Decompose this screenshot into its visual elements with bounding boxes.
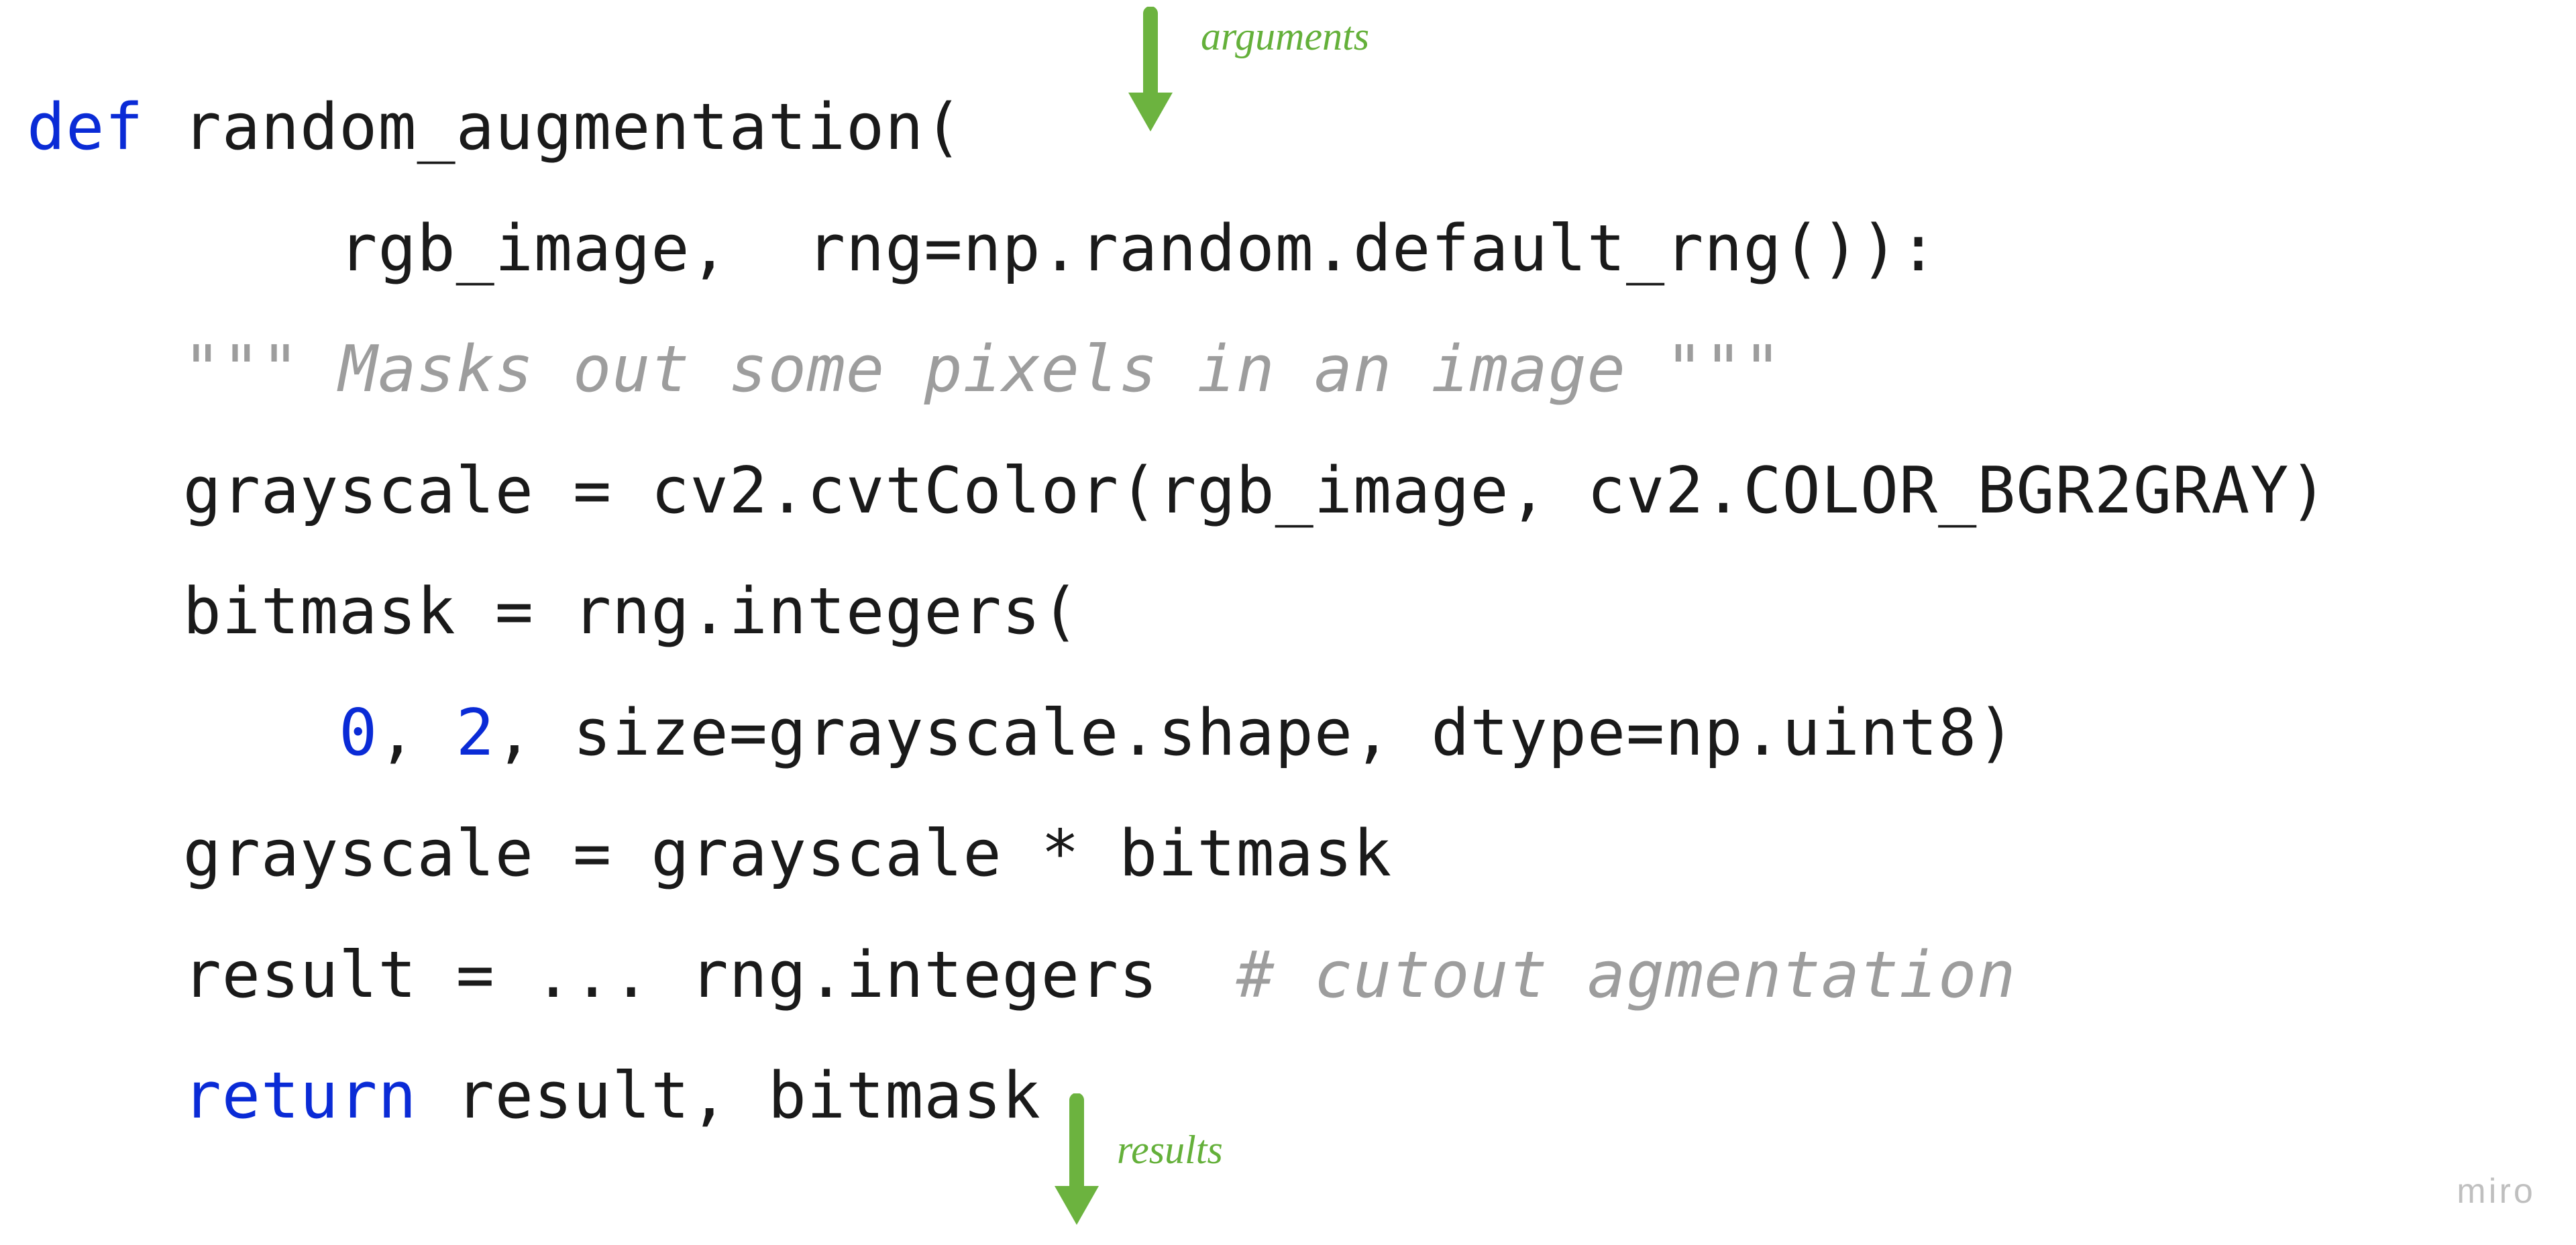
code-line: return result, bitmask <box>27 1059 1041 1133</box>
arrow-down-arguments-icon <box>1120 7 1181 134</box>
arrow-down-results-icon <box>1046 1093 1107 1228</box>
code-token: bitmask = rng.integers( <box>183 575 1080 649</box>
miro-watermark: miro <box>2457 1171 2536 1211</box>
code-token: random_augmentation( <box>183 91 963 164</box>
code-line: """ Masks out some pixels in an image ""… <box>27 333 1782 407</box>
code-token: result, bitmask <box>456 1059 1041 1133</box>
code-token: 0 <box>339 696 378 770</box>
code-token: def <box>27 91 183 164</box>
code-token: """ Masks out some pixels in an image ""… <box>183 333 1782 407</box>
code-line: bitmask = rng.integers( <box>27 575 1080 649</box>
annotation-results-label: results <box>1117 1127 1223 1173</box>
code-token: rgb_image, rng=np.random.default_rng()): <box>339 212 1938 286</box>
code-token: , size=grayscale.shape, dtype=np.uint8) <box>495 696 2017 770</box>
code-token: result = ... rng.integers <box>183 938 1236 1012</box>
code-token: grayscale = grayscale * bitmask <box>183 817 1393 891</box>
code-token: grayscale = cv2.cvtColor(rgb_image, cv2.… <box>183 454 2328 528</box>
diagram-canvas: arguments def random_augmentation( rgb_i… <box>0 0 2576 1245</box>
code-line: rgb_image, rng=np.random.default_rng()): <box>27 212 1938 286</box>
code-token: # cutout agmentation <box>1236 938 2017 1012</box>
code-line: def random_augmentation( <box>27 91 963 164</box>
code-line: result = ... rng.integers # cutout agmen… <box>27 938 2016 1012</box>
code-token: return <box>183 1059 456 1133</box>
code-line: grayscale = grayscale * bitmask <box>27 817 1392 891</box>
annotation-arguments-label: arguments <box>1201 13 1369 60</box>
code-line: 0, 2, size=grayscale.shape, dtype=np.uin… <box>27 696 2016 770</box>
code-token: , <box>378 696 455 770</box>
code-block: def random_augmentation( rgb_image, rng=… <box>27 67 2536 1157</box>
code-token: 2 <box>456 696 495 770</box>
code-line: grayscale = cv2.cvtColor(rgb_image, cv2.… <box>27 454 2328 528</box>
